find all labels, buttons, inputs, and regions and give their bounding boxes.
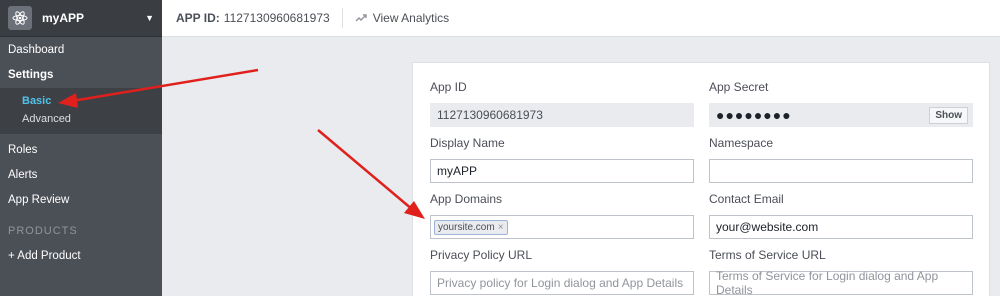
atom-icon [8, 6, 32, 30]
app-switcher[interactable]: myAPP ▼ [0, 0, 162, 37]
view-analytics-link[interactable]: View Analytics [355, 11, 449, 25]
display-name-field: Display Name myAPP [430, 136, 694, 183]
trend-up-icon [355, 14, 367, 22]
display-name-label: Display Name [430, 136, 505, 150]
namespace-field: Namespace [709, 136, 973, 183]
app-id-label: APP ID: [176, 11, 220, 25]
contact-email-field: Contact Email your@website.com [709, 192, 973, 239]
sidebar-nav: Dashboard Settings Basic Advanced Roles … [0, 38, 162, 269]
app-domains-label: App Domains [430, 192, 503, 206]
app-domains-field: App Domains yoursite.com × [430, 192, 694, 239]
app-name: myAPP [42, 11, 85, 25]
app-id-input: 1127130960681973 [430, 103, 694, 127]
sidebar-item-app-review[interactable]: App Review [0, 188, 162, 213]
privacy-policy-field: Privacy Policy URL Privacy policy for Lo… [430, 248, 694, 295]
contact-email-label: Contact Email [709, 192, 784, 206]
app-id-field-label: App ID [430, 80, 467, 94]
basic-settings-panel: App ID 1127130960681973 App Secret ●●●●●… [412, 62, 990, 296]
display-name-input[interactable]: myAPP [430, 159, 694, 183]
settings-subnav: Basic Advanced [0, 88, 162, 134]
app-secret-label: App Secret [709, 80, 769, 94]
sidebar-item-alerts[interactable]: Alerts [0, 163, 162, 188]
products-header: PRODUCTS [8, 225, 78, 237]
caret-down-icon[interactable]: ▼ [145, 13, 154, 23]
sidebar-item-dashboard[interactable]: Dashboard [0, 38, 162, 63]
app-secret-field: App Secret ●●●●●●●● Show [709, 80, 973, 127]
app-secret-value: ●●●●●●●● [716, 107, 792, 123]
contact-email-input[interactable]: your@website.com [709, 215, 973, 239]
app-secret-input: ●●●●●●●● Show [709, 103, 973, 127]
arrow-to-app-domains [317, 129, 414, 211]
terms-of-service-label: Terms of Service URL [709, 248, 826, 262]
privacy-policy-input[interactable]: Privacy policy for Login dialog and App … [430, 271, 694, 295]
sidebar-item-settings[interactable]: Settings [0, 63, 162, 88]
app-domains-input[interactable]: yoursite.com × [430, 215, 694, 239]
show-secret-button[interactable]: Show [929, 107, 968, 124]
sidebar-subitem-basic[interactable]: Basic [0, 92, 162, 110]
namespace-input[interactable] [709, 159, 973, 183]
remove-tag-icon[interactable]: × [498, 222, 504, 233]
terms-of-service-input[interactable]: Terms of Service for Login dialog and Ap… [709, 269, 973, 296]
view-analytics-label: View Analytics [372, 11, 450, 25]
privacy-policy-label: Privacy Policy URL [430, 248, 533, 262]
add-product-button[interactable]: + Add Product [0, 244, 162, 269]
app-id-value: 1127130960681973 [223, 11, 330, 25]
sidebar-item-roles[interactable]: Roles [0, 138, 162, 163]
namespace-label: Namespace [709, 136, 774, 150]
app-id-field: App ID 1127130960681973 [430, 80, 694, 127]
domain-tag-label: yoursite.com [438, 221, 495, 233]
domain-tag: yoursite.com × [434, 219, 508, 235]
terms-of-service-field: Terms of Service URL Terms of Service fo… [709, 248, 973, 296]
top-bar: APP ID: 1127130960681973 View Analytics [162, 0, 1000, 37]
sidebar-subitem-advanced[interactable]: Advanced [0, 110, 162, 128]
sidebar: myAPP ▼ Dashboard Settings Basic Advance… [0, 0, 162, 296]
divider [341, 8, 343, 28]
